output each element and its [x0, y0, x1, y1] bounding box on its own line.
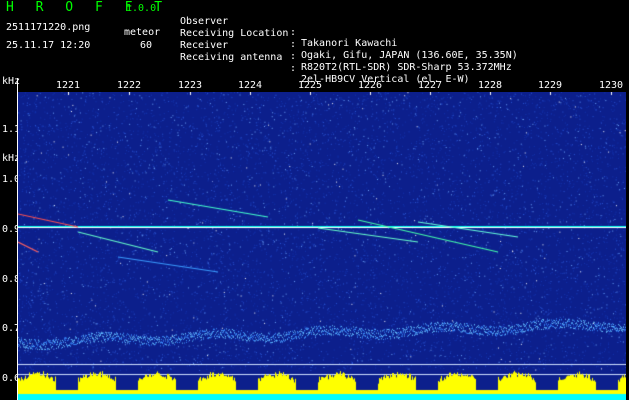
datetime: 25.11.17 12:20 — [6, 40, 91, 51]
info-row-location: Receiving Location : Ogaki, Gifu, JAPAN … — [180, 17, 518, 61]
info-row-observer: Observer : Takanori Kawachi — [180, 5, 397, 49]
mode-label: meteor — [124, 27, 161, 38]
info-value: 2el-HB9CV Vertical (el. E-W) — [301, 74, 470, 85]
time-tick-label: 1224 — [237, 80, 263, 91]
time-tick-label: 1229 — [537, 80, 563, 91]
file-name: 2511171220.png — [6, 22, 91, 33]
info-label: Receiving antenna — [180, 52, 283, 63]
info-row-receiver: Receiver : R820T2(RTL-SDR) SDR-Sharp 53.… — [180, 29, 512, 73]
time-tick-label: 1222 — [116, 80, 142, 91]
time-tick-label: 1225 — [297, 80, 323, 91]
spectrogram — [18, 92, 626, 400]
time-tick-label: 1223 — [177, 80, 203, 91]
time-tick-label: 1221 — [55, 80, 81, 91]
info-colon: : — [290, 51, 297, 62]
info-colon: : — [290, 39, 297, 50]
info-value: R820T2(RTL-SDR) SDR-Sharp 53.372MHz — [301, 62, 512, 73]
info-colon: : — [290, 63, 297, 74]
time-tick-label: 1228 — [477, 80, 503, 91]
app-version: 1.0.0 — [126, 3, 157, 14]
header-panel: H R O F F T 1.0.0 2511171220.png meteor … — [0, 0, 629, 85]
time-tick-label: 1230 — [598, 80, 624, 91]
info-row-antenna: Receiving antenna : 2el-HB9CV Vertical (… — [180, 41, 470, 85]
count-value: 60 — [140, 40, 153, 51]
info-value: Ogaki, Gifu, JAPAN (136.60E, 35.35N) — [301, 50, 518, 61]
info-value: Takanori Kawachi — [301, 38, 398, 49]
time-tick-label: 1227 — [417, 80, 443, 91]
time-tick-label: 1226 — [357, 80, 383, 91]
info-colon: : — [290, 27, 297, 38]
